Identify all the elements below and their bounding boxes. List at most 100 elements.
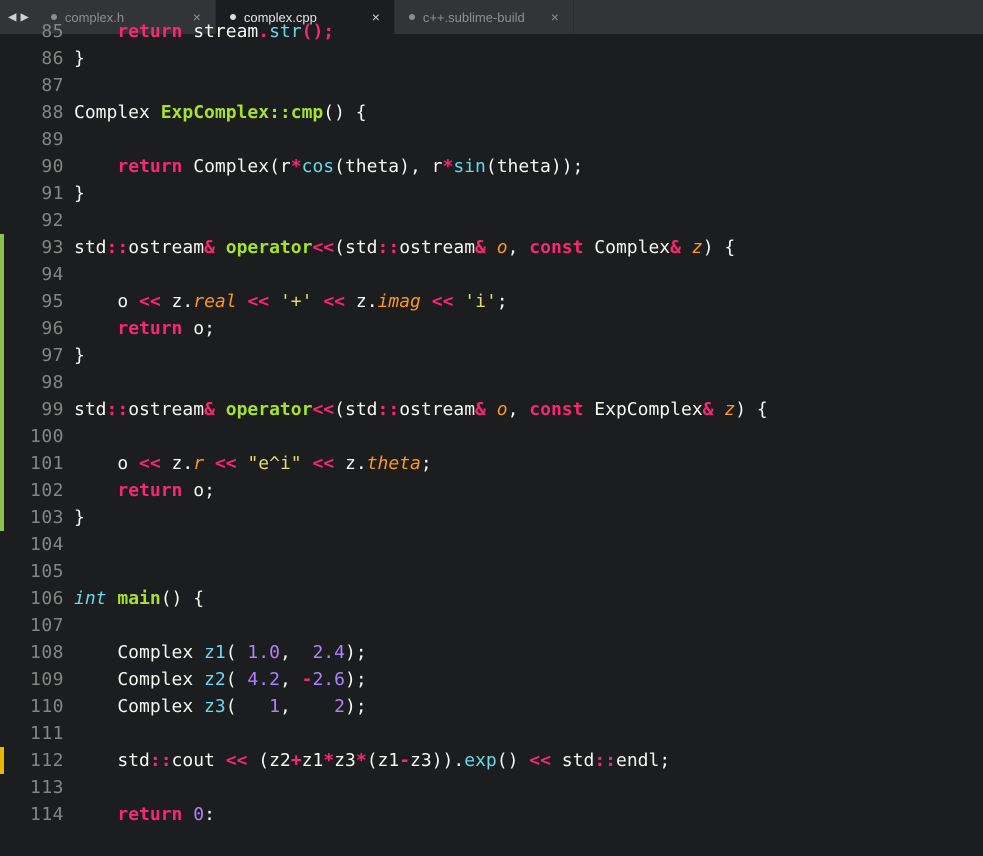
token-base: , bbox=[280, 642, 313, 663]
token-base bbox=[237, 291, 248, 312]
token-base: Complex bbox=[74, 642, 204, 663]
editor[interactable]: 8586878889909192939495969798991001011021… bbox=[0, 34, 983, 856]
code-line[interactable]: } bbox=[74, 342, 983, 369]
token-base bbox=[107, 588, 118, 609]
token-op: << bbox=[432, 291, 454, 312]
token-base: } bbox=[74, 183, 85, 204]
token-base bbox=[714, 399, 725, 420]
token-num: 2.6 bbox=[312, 669, 345, 690]
token-base: (z2 bbox=[247, 750, 290, 771]
token-base bbox=[486, 399, 497, 420]
token-base: z. bbox=[345, 291, 378, 312]
token-base: () { bbox=[161, 588, 204, 609]
token-op: (); bbox=[302, 21, 335, 42]
code-line[interactable]: return o; bbox=[74, 315, 983, 342]
token-base: std bbox=[551, 750, 594, 771]
token-base: (theta)); bbox=[486, 156, 584, 177]
line-number: 100 bbox=[4, 423, 64, 450]
token-base: } bbox=[74, 507, 85, 528]
token-base: z3 bbox=[334, 750, 356, 771]
token-op: << bbox=[529, 750, 551, 771]
token-call: z3 bbox=[204, 696, 226, 717]
code-line[interactable] bbox=[74, 207, 983, 234]
code-line[interactable]: Complex z1( 1.0, 2.4); bbox=[74, 639, 983, 666]
code-line[interactable] bbox=[74, 423, 983, 450]
token-call: z2 bbox=[204, 669, 226, 690]
code-line[interactable]: } bbox=[74, 45, 983, 72]
token-op: . bbox=[258, 21, 269, 42]
token-base: } bbox=[74, 48, 85, 69]
token-op: & bbox=[475, 237, 486, 258]
code-line[interactable]: std::ostream& operator<<(std::ostream& o… bbox=[74, 234, 983, 261]
token-base: z1 bbox=[302, 750, 324, 771]
token-base: endl; bbox=[616, 750, 670, 771]
token-base bbox=[74, 480, 117, 501]
line-number: 92 bbox=[4, 207, 64, 234]
code-line[interactable] bbox=[74, 612, 983, 639]
code-area[interactable]: return stream.str();}Complex ExpComplex:… bbox=[74, 34, 983, 856]
token-base: Complex bbox=[74, 102, 161, 123]
code-line[interactable] bbox=[74, 126, 983, 153]
code-line[interactable]: return o; bbox=[74, 477, 983, 504]
token-op: * bbox=[356, 750, 367, 771]
token-op: << bbox=[215, 453, 237, 474]
line-number: 91 bbox=[4, 180, 64, 207]
token-op: & bbox=[204, 399, 226, 420]
token-base: o; bbox=[182, 318, 215, 339]
code-line[interactable] bbox=[74, 558, 983, 585]
token-base: stream bbox=[193, 21, 258, 42]
token-base: std bbox=[74, 237, 107, 258]
code-line[interactable] bbox=[74, 72, 983, 99]
token-num: 1 bbox=[269, 696, 280, 717]
token-base bbox=[74, 156, 117, 177]
token-param: imag bbox=[378, 291, 421, 312]
line-number: 93 bbox=[4, 234, 64, 261]
code-line[interactable]: } bbox=[74, 180, 983, 207]
code-line[interactable]: Complex ExpComplex::cmp() { bbox=[74, 99, 983, 126]
token-base: , bbox=[508, 237, 530, 258]
token-base: , bbox=[508, 399, 530, 420]
code-line[interactable]: int main() { bbox=[74, 585, 983, 612]
line-number: 86 bbox=[4, 45, 64, 72]
token-base: (std bbox=[334, 237, 377, 258]
code-line[interactable] bbox=[74, 369, 983, 396]
token-call: sin bbox=[453, 156, 486, 177]
token-base: , bbox=[280, 669, 302, 690]
token-param: real bbox=[193, 291, 236, 312]
token-num: 2.4 bbox=[312, 642, 345, 663]
token-param: r bbox=[193, 453, 204, 474]
code-line[interactable]: std::cout << (z2+z1*z3*(z1-z3)).exp() <<… bbox=[74, 747, 983, 774]
code-line[interactable]: o << z.real << '+' << z.imag << 'i'; bbox=[74, 288, 983, 315]
token-base bbox=[453, 291, 464, 312]
token-num: 0 bbox=[193, 804, 204, 825]
token-base: : bbox=[204, 804, 215, 825]
token-kw: return bbox=[117, 480, 182, 501]
code-line[interactable] bbox=[74, 720, 983, 747]
code-line[interactable]: return 0: bbox=[74, 801, 983, 828]
token-param: z bbox=[692, 237, 703, 258]
line-number: 114 bbox=[4, 801, 64, 828]
code-line[interactable]: return Complex(r*cos(theta), r*sin(theta… bbox=[74, 153, 983, 180]
token-kw: const bbox=[529, 399, 583, 420]
code-line[interactable]: o << z.r << "e^i" << z.theta; bbox=[74, 450, 983, 477]
code-line[interactable] bbox=[74, 531, 983, 558]
token-base bbox=[74, 318, 117, 339]
token-base: Complex(r bbox=[182, 156, 290, 177]
code-line[interactable] bbox=[74, 261, 983, 288]
code-line[interactable]: Complex z2( 4.2, -2.6); bbox=[74, 666, 983, 693]
token-base bbox=[74, 804, 117, 825]
code-line[interactable]: Complex z3( 1, 2); bbox=[74, 693, 983, 720]
code-line[interactable]: } bbox=[74, 504, 983, 531]
line-number: 106 bbox=[4, 585, 64, 612]
code-line[interactable] bbox=[74, 774, 983, 801]
token-base bbox=[302, 453, 313, 474]
token-op: & bbox=[475, 399, 486, 420]
token-base: ( bbox=[226, 696, 269, 717]
line-number: 110 bbox=[4, 693, 64, 720]
token-kw: return bbox=[74, 21, 182, 42]
token-base: ); bbox=[345, 642, 367, 663]
token-op: << bbox=[226, 750, 248, 771]
code-line[interactable]: return stream.str(); bbox=[74, 18, 983, 45]
code-line[interactable]: std::ostream& operator<<(std::ostream& o… bbox=[74, 396, 983, 423]
token-param: z bbox=[724, 399, 735, 420]
